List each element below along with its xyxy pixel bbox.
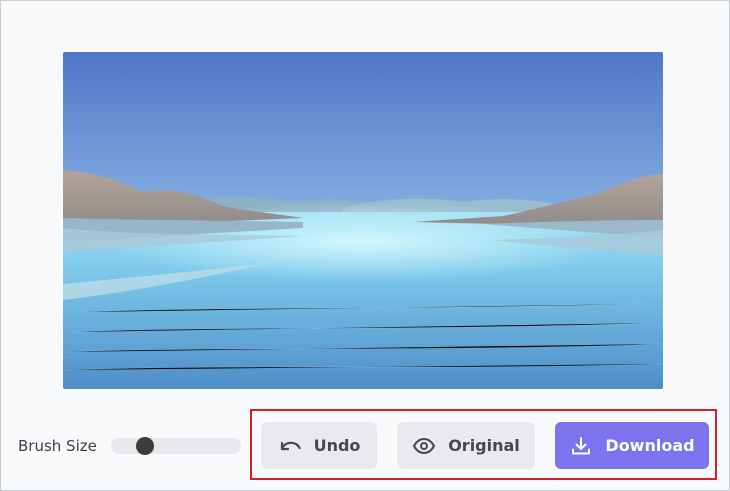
brush-size-slider-thumb[interactable] <box>136 437 154 455</box>
editor-panel: Brush Size Undo Original Download <box>0 0 730 491</box>
eye-icon <box>412 434 436 458</box>
download-button[interactable]: Download <box>555 422 709 469</box>
original-label: Original <box>448 436 520 455</box>
landscape-image <box>63 52 663 389</box>
brush-size-label: Brush Size <box>18 437 97 455</box>
download-label: Download <box>605 436 695 455</box>
download-icon <box>569 434 593 458</box>
undo-label: Undo <box>313 436 361 455</box>
original-button[interactable]: Original <box>397 422 535 469</box>
edited-image-preview[interactable] <box>63 52 663 389</box>
brush-size-slider[interactable] <box>111 437 241 455</box>
undo-button[interactable]: Undo <box>261 422 377 469</box>
undo-arrow-icon <box>278 434 302 458</box>
